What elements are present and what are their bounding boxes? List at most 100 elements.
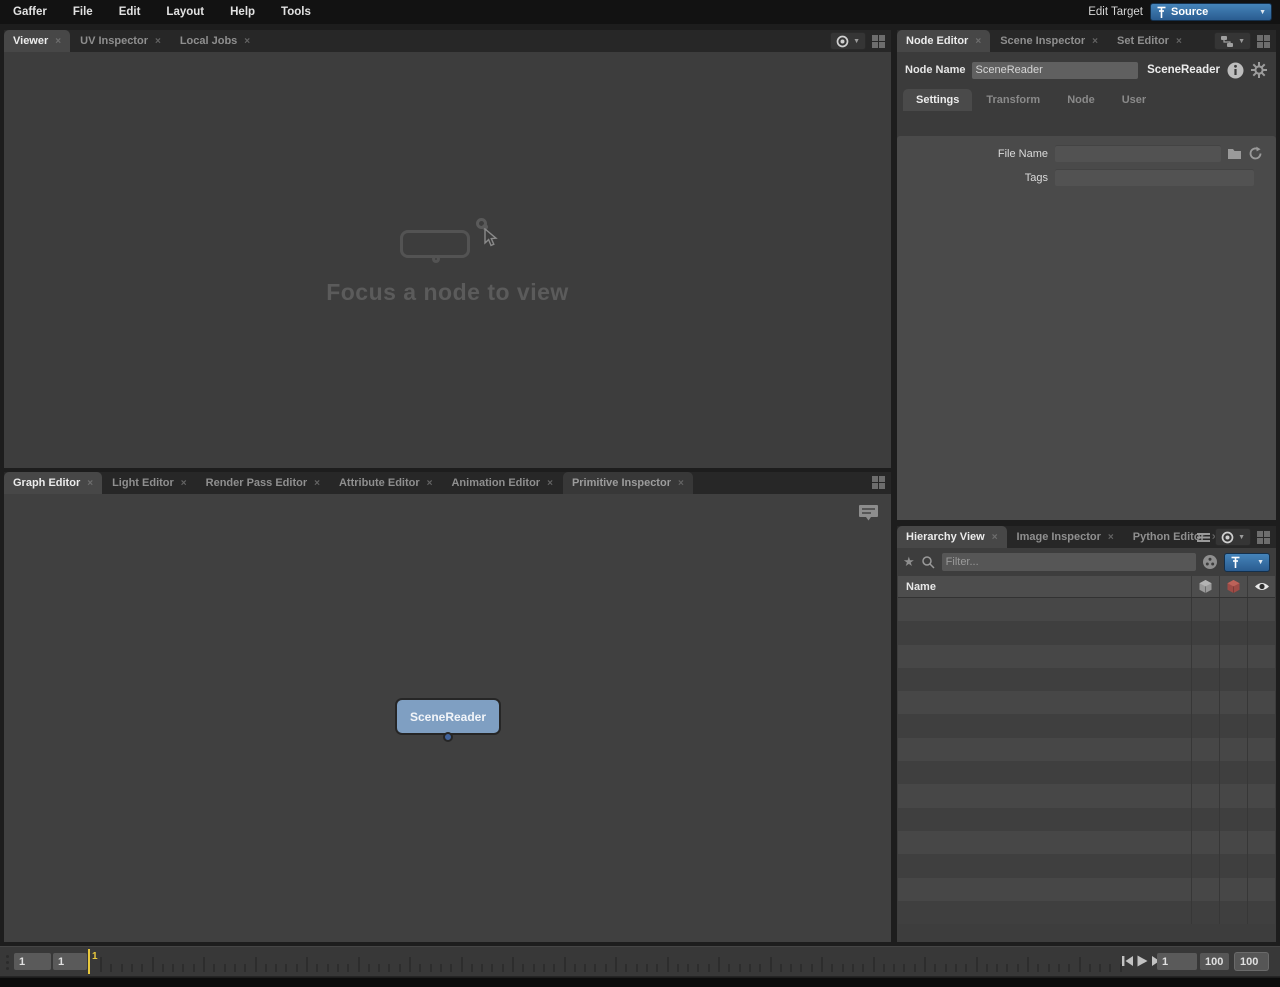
close-icon[interactable]: ×: [155, 36, 161, 47]
star-icon[interactable]: ★: [903, 554, 915, 570]
close-icon[interactable]: ×: [244, 36, 250, 47]
menu-layout[interactable]: Layout: [153, 6, 217, 18]
timeline-grip-handle[interactable]: [6, 955, 9, 970]
tab-settings[interactable]: Settings: [903, 89, 972, 111]
table-row[interactable]: [898, 878, 1275, 901]
tab-node-editor[interactable]: Node Editor×: [897, 30, 990, 52]
tab-hierarchy-view[interactable]: Hierarchy View×: [897, 526, 1007, 548]
close-icon[interactable]: ×: [975, 36, 981, 47]
tab-set-editor[interactable]: Set Editor×: [1108, 30, 1191, 52]
tab-animation-editor[interactable]: Animation Editor×: [442, 472, 561, 494]
table-row[interactable]: [898, 668, 1275, 691]
close-icon[interactable]: ×: [1176, 36, 1182, 47]
menu-edit[interactable]: Edit: [106, 6, 154, 18]
scene-reader-node[interactable]: SceneReader: [395, 698, 501, 735]
tags-input[interactable]: [1055, 169, 1254, 186]
pin-icon: [1230, 556, 1241, 569]
close-icon[interactable]: ×: [181, 478, 187, 489]
refresh-icon[interactable]: [1248, 146, 1263, 161]
tab-scene-inspector[interactable]: Scene Inspector×: [991, 30, 1107, 52]
tab-node[interactable]: Node: [1054, 89, 1108, 111]
skip-to-start-button[interactable]: [1122, 955, 1133, 967]
table-row[interactable]: [898, 598, 1275, 621]
node-editor-mode-button[interactable]: ▼: [1214, 32, 1251, 50]
menu-tools[interactable]: Tools: [268, 6, 324, 18]
row-geometry-cell: [1247, 761, 1275, 784]
render-visibility-column-header[interactable]: [1219, 576, 1247, 597]
table-row[interactable]: [898, 901, 1275, 924]
close-icon[interactable]: ×: [1108, 532, 1114, 543]
tab-graph-editor[interactable]: Graph Editor×: [4, 472, 102, 494]
table-row[interactable]: [898, 808, 1275, 831]
tab-viewer[interactable]: Viewer×: [4, 30, 70, 52]
tab-transform[interactable]: Transform: [973, 89, 1053, 111]
gear-icon[interactable]: [1250, 61, 1268, 79]
name-column-header[interactable]: Name: [898, 576, 1191, 597]
options-ball-icon[interactable]: [1202, 554, 1218, 570]
tab-light-editor[interactable]: Light Editor×: [103, 472, 196, 494]
layout-grid-icon[interactable]: [1256, 530, 1271, 545]
close-icon[interactable]: ×: [1092, 36, 1098, 47]
row-geometry-cell: [1219, 738, 1247, 761]
close-icon[interactable]: ×: [992, 532, 998, 543]
edit-target-selector[interactable]: Source ▼: [1150, 3, 1272, 21]
menu-help[interactable]: Help: [217, 6, 268, 18]
menu-hamburger-icon[interactable]: [1197, 532, 1210, 543]
menu-gaffer[interactable]: Gaffer: [0, 6, 60, 18]
table-row[interactable]: [898, 645, 1275, 668]
table-row[interactable]: [898, 784, 1275, 807]
table-row[interactable]: [898, 691, 1275, 714]
hierarchy-target-button[interactable]: ▼: [1224, 553, 1270, 572]
layout-grid-icon[interactable]: [1256, 34, 1271, 49]
playhead-marker[interactable]: [88, 949, 90, 974]
range-end-field[interactable]: [1235, 953, 1268, 970]
play-button[interactable]: [1137, 955, 1148, 967]
close-icon[interactable]: ×: [678, 478, 684, 489]
close-icon[interactable]: ×: [427, 478, 433, 489]
menu-file[interactable]: File: [60, 6, 106, 18]
tab-attribute-editor[interactable]: Attribute Editor×: [330, 472, 442, 494]
row-geometry-cell: [1219, 854, 1247, 877]
visibility-eye-column-header[interactable]: [1247, 576, 1275, 597]
layout-grid-icon[interactable]: [871, 475, 886, 490]
annotation-icon[interactable]: [858, 504, 879, 523]
node-name-input[interactable]: [972, 62, 1139, 79]
tab-primitive-inspector[interactable]: Primitive Inspector×: [563, 472, 693, 494]
playback-start-field[interactable]: [53, 953, 87, 970]
playback-end-field[interactable]: [1200, 953, 1229, 970]
table-row[interactable]: [898, 738, 1275, 761]
close-icon[interactable]: ×: [547, 478, 553, 489]
tab-local-jobs[interactable]: Local Jobs×: [171, 30, 259, 52]
graph-editor-canvas[interactable]: SceneReader: [4, 494, 891, 942]
filter-input[interactable]: [942, 553, 1196, 571]
hierarchy-focus-mode-button[interactable]: ▼: [1215, 528, 1251, 546]
ruler-tick: [883, 964, 885, 972]
range-start-field[interactable]: [14, 953, 51, 970]
timeline-ruler[interactable]: [100, 950, 1130, 973]
tab-user[interactable]: User: [1109, 89, 1159, 111]
ruler-tick: [594, 964, 596, 972]
tab-uv-inspector[interactable]: UV Inspector×: [71, 30, 170, 52]
table-row[interactable]: [898, 621, 1275, 644]
current-frame-field[interactable]: [1157, 953, 1197, 970]
close-icon[interactable]: ×: [314, 478, 320, 489]
folder-browse-icon[interactable]: [1227, 147, 1242, 160]
layout-grid-icon[interactable]: [871, 34, 886, 49]
tab-render-pass-editor[interactable]: Render Pass Editor×: [197, 472, 329, 494]
tab-image-inspector[interactable]: Image Inspector×: [1008, 526, 1123, 548]
viewer-viewport[interactable]: Focus a node to view: [4, 52, 891, 468]
geometry-column-header[interactable]: [1191, 576, 1219, 597]
file-name-input[interactable]: [1055, 145, 1221, 162]
viewer-focus-mode-button[interactable]: ▼: [830, 32, 866, 50]
target-icon: [836, 35, 849, 48]
close-icon[interactable]: ×: [55, 36, 61, 47]
node-output-port[interactable]: [443, 732, 453, 742]
info-icon[interactable]: [1227, 62, 1244, 79]
table-row[interactable]: [898, 714, 1275, 737]
table-row[interactable]: [898, 761, 1275, 784]
close-icon[interactable]: ×: [87, 478, 93, 489]
table-row[interactable]: [898, 854, 1275, 877]
table-row[interactable]: [898, 831, 1275, 854]
ruler-tick: [491, 964, 493, 972]
ruler-tick: [265, 964, 267, 972]
